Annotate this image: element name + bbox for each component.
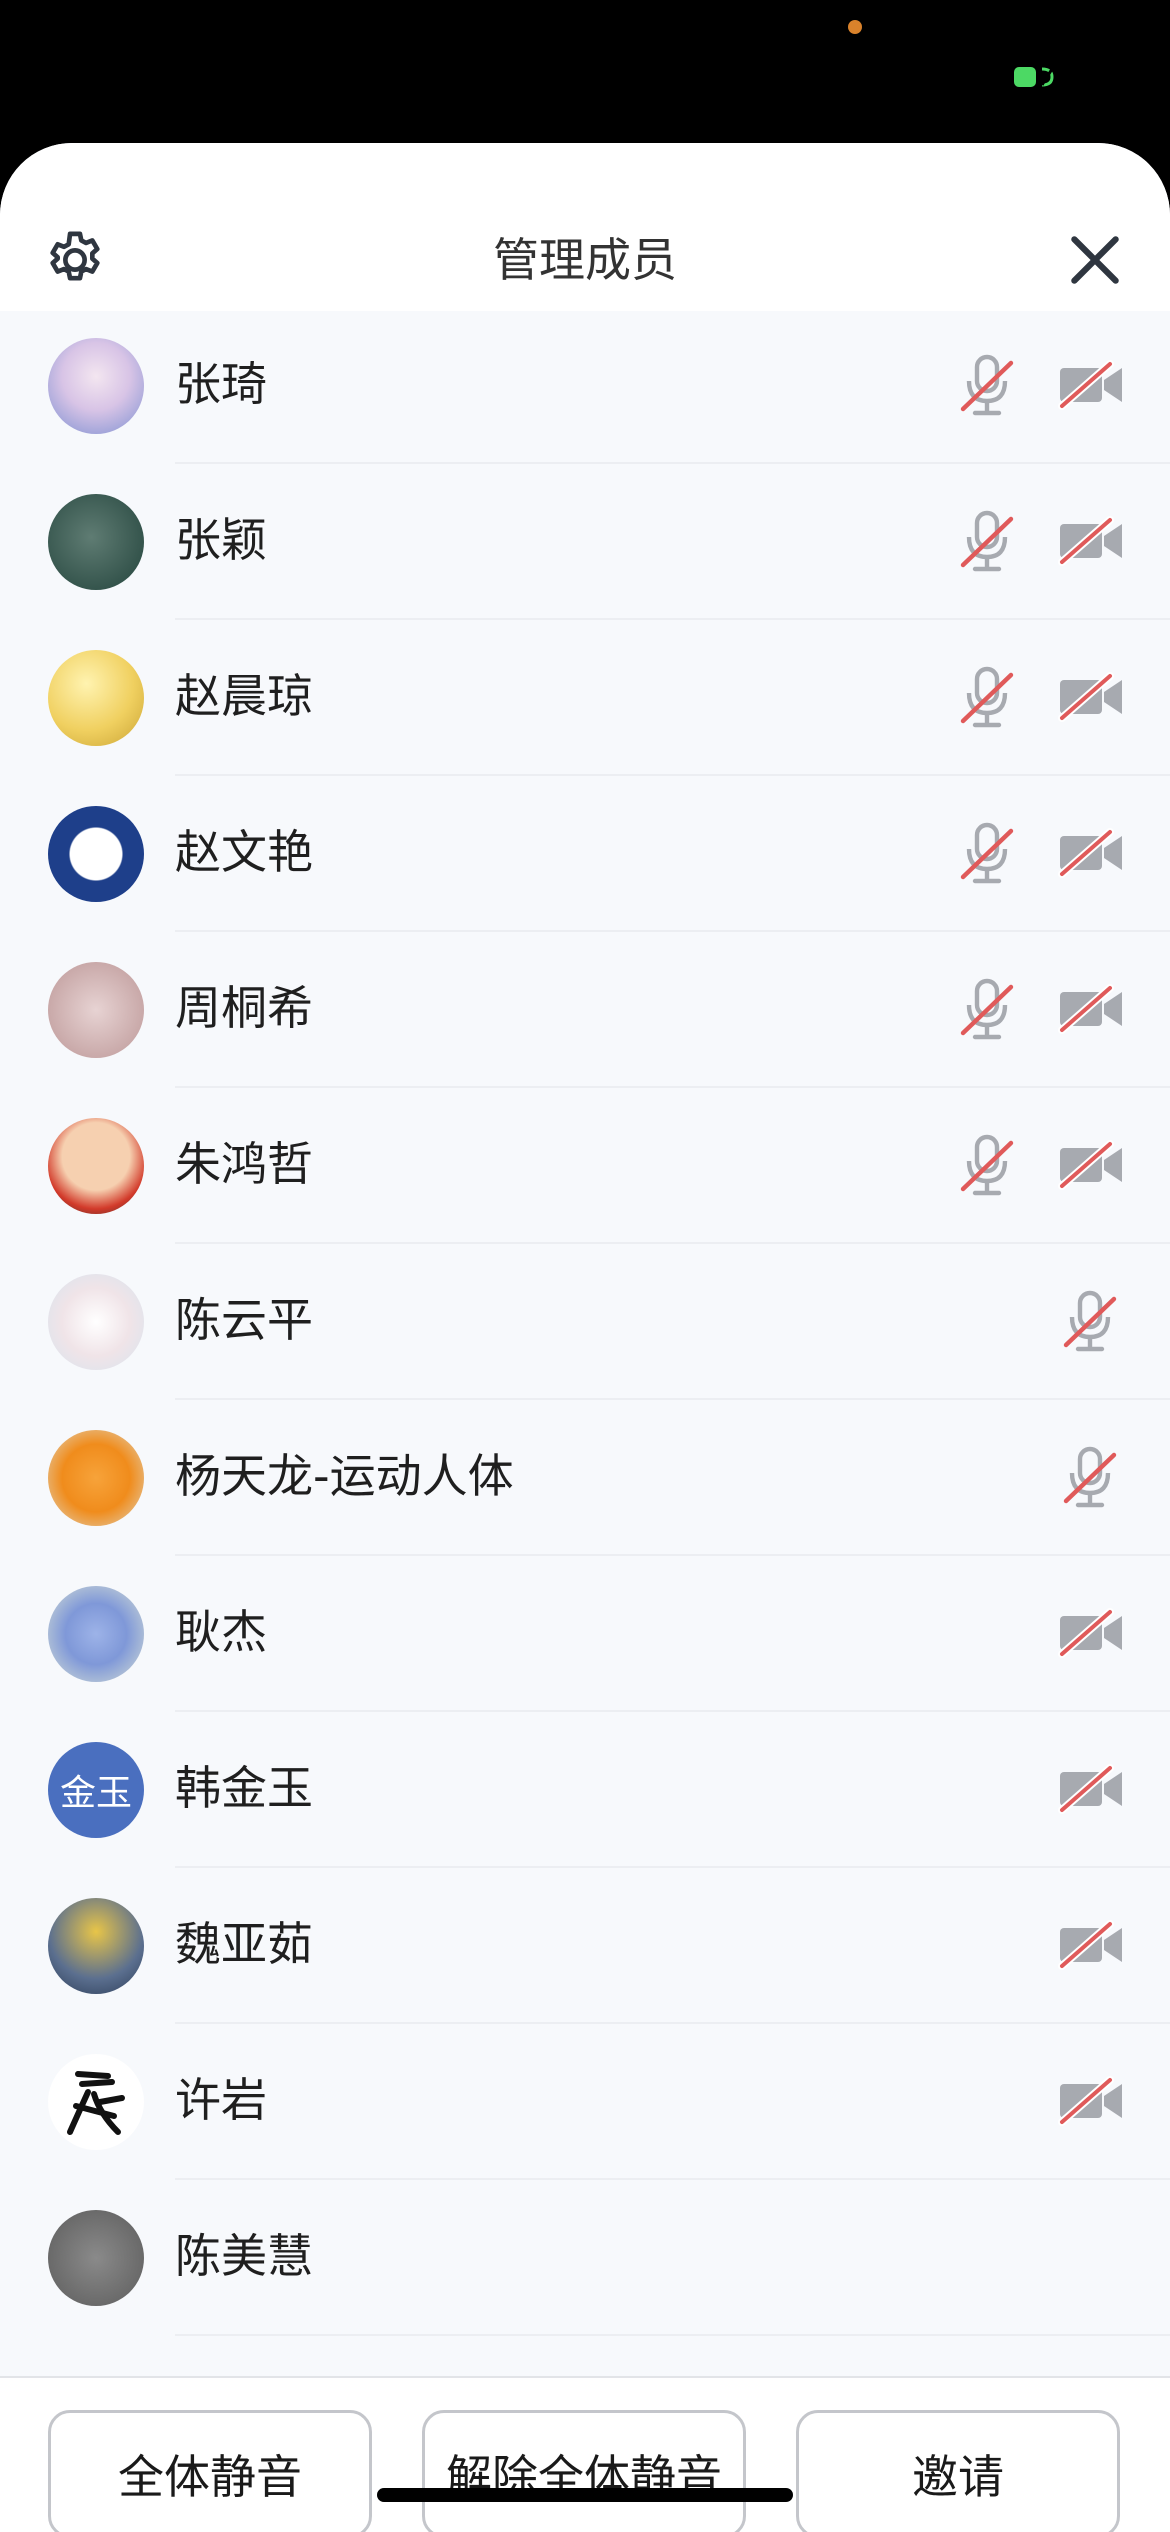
camera-off-icon[interactable] — [1058, 1920, 1124, 1970]
member-name: 陈美慧 — [175, 2229, 313, 2283]
close-icon[interactable] — [1064, 229, 1126, 291]
battery-icon — [1014, 67, 1054, 87]
avatar — [48, 338, 144, 434]
camera-off-icon[interactable] — [1058, 1764, 1124, 1814]
avatar — [48, 806, 144, 902]
avatar — [48, 2054, 144, 2150]
camera-off-icon[interactable] — [1058, 984, 1124, 1034]
home-indicator[interactable] — [377, 2488, 793, 2502]
member-name: 张琦 — [175, 357, 267, 411]
list-item[interactable]: 陈云平 — [0, 1244, 1170, 1400]
list-item[interactable]: 金玉 韩金玉 — [0, 1712, 1170, 1868]
mic-muted-icon[interactable] — [957, 821, 1017, 887]
member-name: 许岩 — [175, 2073, 267, 2127]
invite-button[interactable]: 邀请 — [796, 2410, 1120, 2532]
list-item[interactable]: 许岩 — [0, 2024, 1170, 2180]
camera-off-icon[interactable] — [1058, 360, 1124, 410]
avatar: 金玉 — [48, 1742, 144, 1838]
avatar — [48, 962, 144, 1058]
avatar — [48, 650, 144, 746]
member-name: 赵文艳 — [175, 825, 313, 879]
avatar — [48, 1274, 144, 1370]
unmute-all-button[interactable]: 解除全体静音 — [422, 2410, 746, 2532]
list-item[interactable]: 陈美慧 — [0, 2180, 1170, 2336]
status-bar — [0, 0, 1170, 150]
member-name: 杨天龙-运动人体 — [175, 1449, 514, 1503]
list-item[interactable]: 耿杰 — [0, 1556, 1170, 1712]
list-item[interactable]: 张琦 — [0, 311, 1170, 464]
mic-muted-icon[interactable] — [957, 977, 1017, 1043]
camera-off-icon[interactable] — [1058, 2076, 1124, 2126]
camera-in-use-indicator — [848, 20, 862, 34]
camera-off-icon[interactable] — [1058, 672, 1124, 722]
avatar — [48, 1586, 144, 1682]
member-name: 陈云平 — [175, 1293, 313, 1347]
list-item[interactable]: 魏亚茹 — [0, 1868, 1170, 2024]
list-item[interactable]: 张颖 — [0, 464, 1170, 620]
sheet-header: 管理成员 — [0, 143, 1170, 311]
action-bar: 全体静音 解除全体静音 邀请 — [0, 2376, 1170, 2532]
camera-off-icon[interactable] — [1058, 828, 1124, 878]
member-name: 耿杰 — [175, 1605, 267, 1659]
member-name: 魏亚茹 — [175, 1917, 313, 1971]
avatar — [48, 1430, 144, 1526]
list-item[interactable]: 周桐希 — [0, 932, 1170, 1088]
list-item[interactable]: 赵文艳 — [0, 776, 1170, 932]
mute-all-button[interactable]: 全体静音 — [48, 2410, 372, 2532]
mic-muted-icon[interactable] — [957, 1133, 1017, 1199]
mic-muted-icon[interactable] — [1060, 1289, 1120, 1355]
member-name: 张颖 — [175, 513, 267, 567]
mic-muted-icon[interactable] — [957, 665, 1017, 731]
list-item[interactable]: 杨天龙-运动人体 — [0, 1400, 1170, 1556]
avatar — [48, 2210, 144, 2306]
list-item[interactable]: 赵晨琼 — [0, 620, 1170, 776]
list-item[interactable]: 朱鸿哲 — [0, 1088, 1170, 1244]
camera-off-icon[interactable] — [1058, 1608, 1124, 1658]
camera-off-icon[interactable] — [1058, 516, 1124, 566]
manage-members-sheet: 管理成员 张琦张颖赵晨琼赵文艳周桐希朱鸿哲陈云平杨天龙-运动人体 耿杰金玉 韩金玉魏… — [0, 143, 1170, 2532]
member-name: 韩金玉 — [175, 1761, 313, 1815]
mic-muted-icon[interactable] — [957, 509, 1017, 575]
camera-off-icon[interactable] — [1058, 1140, 1124, 1190]
avatar — [48, 494, 144, 590]
avatar — [48, 1898, 144, 1994]
page-title: 管理成员 — [493, 233, 677, 287]
mic-muted-icon[interactable] — [1060, 1445, 1120, 1511]
mic-muted-icon[interactable] — [957, 353, 1017, 419]
member-name: 周桐希 — [175, 981, 313, 1035]
member-name: 朱鸿哲 — [175, 1137, 313, 1191]
avatar — [48, 1118, 144, 1214]
member-name: 赵晨琼 — [175, 669, 313, 723]
member-list[interactable]: 张琦张颖赵晨琼赵文艳周桐希朱鸿哲陈云平杨天龙-运动人体 耿杰金玉 韩金玉魏亚茹许岩陈… — [0, 311, 1170, 2376]
row-divider — [175, 2334, 1170, 2336]
